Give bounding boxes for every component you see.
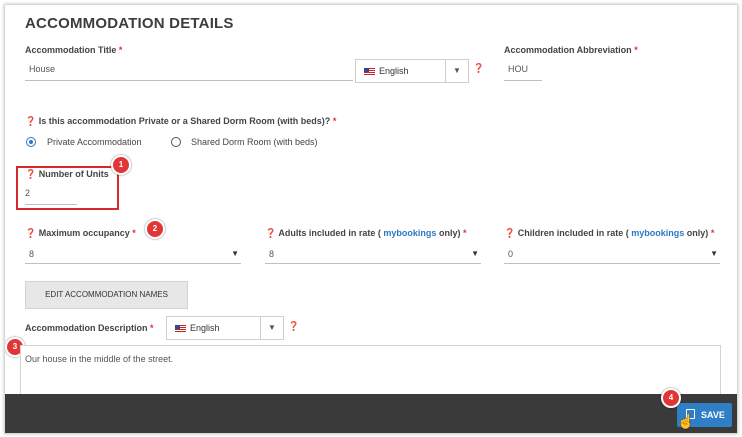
required-mark: * [710, 228, 715, 238]
mybookings-link[interactable]: mybookings [631, 228, 684, 238]
chevron-down-icon: ▼ [231, 249, 239, 258]
title-language-select[interactable]: English ▼ [355, 59, 469, 83]
help-icon: ❓ [265, 228, 277, 238]
callout-badge-4: 4 [661, 388, 681, 408]
flag-icon [364, 68, 375, 76]
units-input[interactable]: 2 [25, 188, 77, 205]
room-type-question: ❓ Is this accommodation Private or a Sha… [25, 116, 336, 127]
required-mark: * [634, 45, 638, 55]
help-icon[interactable]: ❓ [288, 321, 299, 332]
save-button-label: SAVE [701, 410, 725, 420]
help-icon: ❓ [25, 228, 37, 238]
radio-private[interactable] [26, 137, 36, 147]
radio-shared[interactable] [171, 137, 181, 147]
children-included-label: ❓ Children included in rate ( mybookings… [504, 228, 714, 239]
title-label: Accommodation Title * [25, 45, 122, 55]
adults-included-select[interactable]: 8 ▼ [265, 245, 481, 264]
room-type-question-text: Is this accommodation Private or a Share… [38, 116, 331, 126]
units-label: ❓ Number of Units [25, 169, 109, 180]
chevron-down-icon: ▼ [710, 249, 718, 258]
required-mark: * [332, 116, 337, 126]
title-label-text: Accommodation Title [25, 45, 117, 55]
cursor-icon: ☝ [677, 413, 695, 429]
help-icon[interactable]: ❓ [473, 63, 484, 74]
children-included-value: 0 [508, 249, 514, 259]
footer-bar [5, 394, 737, 433]
abbreviation-label-text: Accommodation Abbreviation [504, 45, 632, 55]
max-occupancy-label: ❓ Maximum occupancy * [25, 228, 136, 239]
radio-shared-label[interactable]: Shared Dorm Room (with beds) [191, 137, 318, 147]
max-occupancy-select[interactable]: 8 ▼ [25, 245, 241, 264]
description-text: Our house in the middle of the street. [25, 354, 174, 364]
callout-badge-2: 2 [145, 219, 165, 239]
max-occupancy-value: 8 [29, 249, 35, 259]
adults-included-value: 8 [269, 249, 275, 259]
title-language-value: English [379, 66, 409, 76]
adults-label-prefix: Adults included in rate ( [278, 228, 381, 238]
help-icon: ❓ [504, 228, 516, 238]
required-mark: * [132, 228, 136, 238]
chevron-down-icon: ▼ [445, 60, 468, 82]
flag-icon [175, 325, 186, 333]
callout-badge-1: 1 [111, 155, 131, 175]
radio-private-label[interactable]: Private Accommodation [47, 137, 142, 147]
section-title: ACCOMMODATION DETAILS [25, 15, 234, 32]
children-label-suffix: only) [686, 228, 709, 238]
title-input[interactable]: House [25, 64, 353, 81]
help-icon: ❓ [25, 116, 37, 126]
adults-included-label: ❓ Adults included in rate ( mybookings o… [265, 228, 466, 239]
max-occupancy-label-text: Maximum occupancy [38, 228, 130, 238]
children-included-select[interactable]: 0 ▼ [504, 245, 720, 264]
description-language-value: English [190, 323, 220, 333]
children-label-prefix: Children included in rate ( [517, 228, 629, 238]
adults-label-suffix: only) [438, 228, 461, 238]
help-icon: ❓ [25, 169, 37, 179]
description-label: Accommodation Description * [25, 323, 154, 333]
chevron-down-icon: ▼ [260, 317, 283, 339]
edit-accommodation-names-button[interactable]: EDIT ACCOMMODATION NAMES [25, 281, 188, 309]
description-language-select[interactable]: English ▼ [166, 316, 284, 340]
required-mark: * [150, 323, 154, 333]
accommodation-details-panel: ACCOMMODATION DETAILS Accommodation Titl… [4, 4, 738, 434]
mybookings-link[interactable]: mybookings [383, 228, 436, 238]
units-label-text: Number of Units [38, 169, 109, 179]
description-label-text: Accommodation Description [25, 323, 148, 333]
required-mark: * [118, 45, 123, 55]
abbreviation-input[interactable]: HOU [504, 64, 542, 81]
abbreviation-label: Accommodation Abbreviation * [504, 45, 638, 55]
required-mark: * [462, 228, 467, 238]
chevron-down-icon: ▼ [471, 249, 479, 258]
